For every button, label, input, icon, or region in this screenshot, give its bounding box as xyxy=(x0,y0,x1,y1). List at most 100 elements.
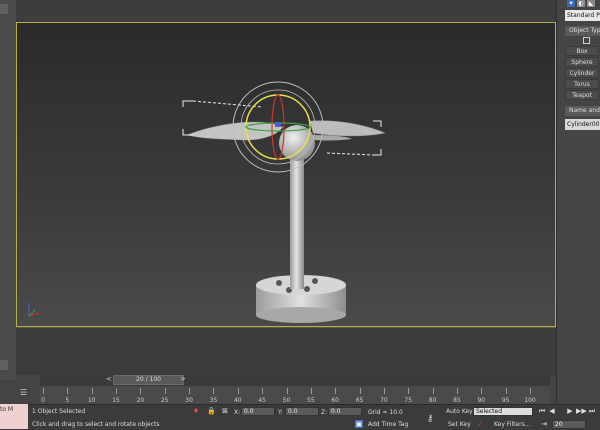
track-tick-label: 90 xyxy=(477,397,486,404)
strip-tab xyxy=(0,4,8,14)
track-tick-label: 5 xyxy=(65,397,70,404)
auto-key-button[interactable]: Auto Key xyxy=(446,408,473,415)
absolute-mode-icon[interactable]: ⊠ xyxy=(221,407,229,415)
track-tick-label: 55 xyxy=(307,397,315,404)
track-tick-label: 75 xyxy=(404,397,413,404)
selection-info: 1 Object Selected xyxy=(32,408,86,415)
create-tab-icon[interactable]: ✦ xyxy=(567,0,575,7)
axis-tripod xyxy=(28,303,40,317)
z-label: Z: xyxy=(321,409,328,416)
maxscript-text: to M xyxy=(0,406,14,413)
track-tick-label: 60 xyxy=(331,397,340,404)
cylinder-button[interactable]: Cylinder xyxy=(565,68,599,78)
track-tick xyxy=(335,388,337,394)
maxscript-listener[interactable]: to M xyxy=(0,404,28,429)
scene-render xyxy=(28,81,386,323)
next-frame-icon[interactable]: ▶▶ xyxy=(576,407,587,415)
perspective-viewport[interactable] xyxy=(16,22,556,327)
track-tick xyxy=(116,388,118,394)
track-tick-label: 50 xyxy=(282,397,291,404)
fan-pole[interactable] xyxy=(290,153,304,289)
track-tick xyxy=(189,388,191,394)
track-tick xyxy=(481,388,483,394)
track-tick xyxy=(140,388,142,394)
rotate-gizmo[interactable] xyxy=(232,81,324,173)
isolate-icon[interactable]: ♦ xyxy=(192,407,200,415)
x-coordinate-field[interactable]: 0.0 xyxy=(241,407,275,416)
torus-button[interactable]: Torus xyxy=(565,79,599,89)
track-tick-label: 70 xyxy=(380,397,388,404)
track-tick xyxy=(91,388,93,394)
go-to-start-icon[interactable]: ⏮ xyxy=(538,407,546,415)
strip-tab xyxy=(0,360,8,370)
lock-selection-icon[interactable]: 🔒 xyxy=(207,407,216,415)
object-name-field[interactable]: Cylinder001 xyxy=(565,119,600,130)
key-mode-dropdown[interactable]: Selected xyxy=(473,407,533,416)
z-coordinate-field[interactable]: 0.0 xyxy=(328,407,362,416)
key-icon[interactable]: ⚷ xyxy=(426,415,434,424)
track-tick xyxy=(262,388,264,394)
track-tick xyxy=(67,388,69,394)
set-key-button[interactable]: Set Key xyxy=(448,421,471,428)
track-tick-label: 40 xyxy=(233,397,242,404)
left-viewport-strip xyxy=(0,0,16,380)
object-type-rollout[interactable]: Object Type xyxy=(565,26,600,36)
track-tick xyxy=(505,388,507,394)
grid-size: Grid = 10.0 xyxy=(368,409,403,416)
prompt-line: Click and drag to select and rotate obje… xyxy=(32,421,160,428)
track-tick-label: 15 xyxy=(112,397,120,404)
track-bar[interactable]: 0 5 10 15 20 25 30 35 40 45 50 55 60 65 70 75 80 85 90 95 10… xyxy=(40,386,550,404)
track-tick xyxy=(359,388,361,394)
play-icon[interactable]: ▶ xyxy=(566,407,574,415)
command-panel: ✦ ◐ ◣ Standard Primitives Object Type Bo… xyxy=(556,0,600,429)
add-time-tag-button[interactable]: Add Time Tag xyxy=(368,421,408,428)
track-tick-label: 100 xyxy=(524,397,536,404)
current-frame-field[interactable]: 20 xyxy=(552,420,586,429)
box-button[interactable]: Box xyxy=(565,46,599,56)
teapot-button[interactable]: Teapot xyxy=(565,90,599,100)
time-slider[interactable]: < 20 / 100 > xyxy=(40,374,550,386)
track-tick-label: 0 xyxy=(41,397,45,404)
track-tick-label: 25 xyxy=(160,397,169,404)
next-frame-arrow[interactable]: > xyxy=(180,375,186,383)
modify-tab-icon[interactable]: ◐ xyxy=(577,0,585,7)
track-tick-label: 35 xyxy=(209,397,218,404)
track-tick xyxy=(237,388,239,394)
track-tick-label: 95 xyxy=(501,397,510,404)
track-tick xyxy=(213,388,215,394)
y-label: Y: xyxy=(278,409,283,416)
hierarchy-tab-icon[interactable]: ◣ xyxy=(587,0,595,7)
viewport-bottom-area xyxy=(16,327,556,375)
key-filters-button[interactable]: Key Filters... xyxy=(494,421,531,428)
track-tick-label: 45 xyxy=(258,397,266,404)
track-tick xyxy=(43,388,44,394)
prev-frame-icon[interactable]: ◀ xyxy=(548,407,556,415)
track-tick xyxy=(383,388,385,394)
time-tag-icon[interactable]: ▣ xyxy=(355,420,363,428)
track-tick xyxy=(164,388,166,394)
viewport-header-strip xyxy=(16,0,556,22)
key-mode-toggle-icon[interactable]: ⇥ xyxy=(540,420,548,428)
time-slider-thumb[interactable]: 20 / 100 xyxy=(113,375,184,385)
set-key-mode-icon[interactable]: ⁄ xyxy=(476,420,484,428)
track-tick xyxy=(408,388,410,394)
autogrid-checkbox[interactable] xyxy=(583,37,590,44)
track-tick-label: 20 xyxy=(136,397,145,404)
track-bar-toggle-icon[interactable]: ☰ xyxy=(20,388,32,398)
track-tick xyxy=(456,388,458,394)
track-tick-label: 80 xyxy=(428,397,437,404)
go-to-end-icon[interactable]: ⏭ xyxy=(588,407,596,415)
primitive-category-dropdown[interactable]: Standard Primitives xyxy=(565,10,600,21)
track-tick-label: 30 xyxy=(185,397,193,404)
sphere-button[interactable]: Sphere xyxy=(565,57,599,67)
track-tick xyxy=(432,388,434,394)
track-tick xyxy=(286,388,288,394)
track-tick-label: 10 xyxy=(87,397,96,404)
track-tick xyxy=(310,388,312,394)
track-tick xyxy=(530,388,531,394)
prev-frame-arrow[interactable]: < xyxy=(106,375,112,383)
name-color-rollout[interactable]: Name and Color xyxy=(565,106,600,116)
track-tick-label: 85 xyxy=(453,397,461,404)
track-tick-label: 65 xyxy=(355,397,364,404)
y-coordinate-field[interactable]: 0.0 xyxy=(285,407,319,416)
